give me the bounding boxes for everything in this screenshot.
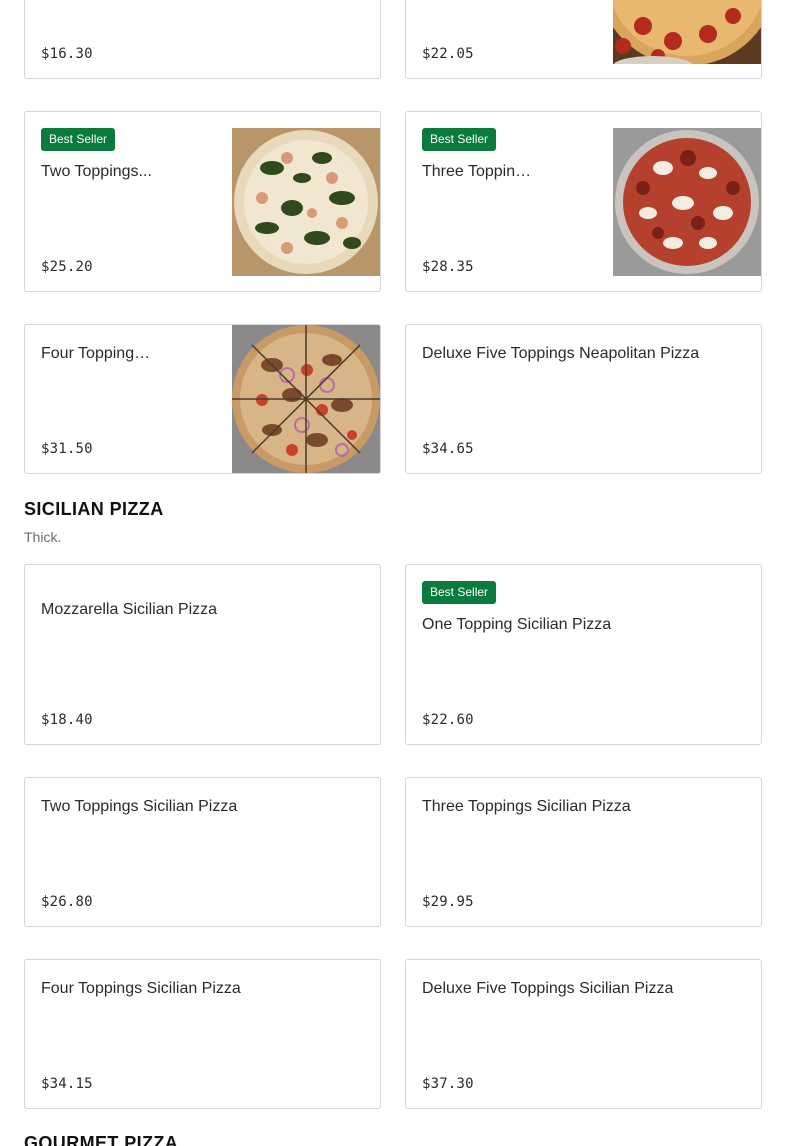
item-price: $34.15 — [41, 1076, 93, 1092]
menu-item-card[interactable]: Deluxe Five Toppings Neapolitan Pizza $3… — [405, 324, 762, 474]
section-title-gourmet: GOURMET PIZZA — [24, 1133, 179, 1146]
item-price: $31.50 — [41, 441, 93, 457]
item-price: $22.05 — [422, 46, 474, 62]
section-title-sicilian: SICILIAN PIZZA — [24, 499, 164, 519]
item-price: $29.95 — [422, 894, 474, 910]
item-name: Two Toppings Sicilian Pizza — [41, 798, 238, 815]
menu-item-card[interactable]: Best Seller One Topping Sicilian Pizza $… — [405, 564, 762, 745]
meat-pizza-photo — [613, 128, 761, 276]
item-price: $26.80 — [41, 894, 93, 910]
item-name: Three Toppings Sicilian Pizza — [422, 798, 631, 815]
section-subtitle-sicilian: Thick. — [24, 529, 62, 545]
best-seller-badge: Best Seller — [422, 128, 497, 151]
pepperoni-pizza-photo — [613, 0, 761, 64]
item-price: $34.65 — [422, 441, 474, 457]
menu-item-card[interactable]: Best Seller Two Toppings... $25.20 — [24, 111, 381, 292]
item-price: $28.35 — [422, 259, 474, 275]
item-price: $22.60 — [422, 712, 474, 728]
menu-item-card[interactable]: $22.05 — [405, 0, 762, 79]
item-name: Deluxe Five Toppings Neapolitan Pizza — [422, 345, 700, 362]
item-name: Four Toppings Sicilian Pizza — [41, 980, 241, 997]
item-name: Mozzarella Sicilian Pizza — [41, 601, 218, 618]
menu-item-card[interactable]: Three Toppings Sicilian Pizza $29.95 — [405, 777, 762, 927]
spinach-pizza-photo — [232, 128, 380, 276]
item-name: Three Toppings... — [422, 163, 535, 180]
menu-item-card[interactable]: Best Seller Three Toppings... $28.35 — [405, 111, 762, 292]
item-name: Deluxe Five Toppings Sicilian Pizza — [422, 980, 674, 997]
menu-item-card[interactable]: Four Toppings Sicilian Pizza $34.15 — [24, 959, 381, 1109]
menu-item-card[interactable]: Four Toppings... $31.50 — [24, 324, 381, 474]
item-price: $18.40 — [41, 712, 93, 728]
menu-item-card[interactable]: Mozzarella Sicilian Pizza $18.40 — [24, 564, 381, 745]
menu-item-card[interactable]: Two Toppings Sicilian Pizza $26.80 — [24, 777, 381, 927]
menu-item-card[interactable]: $16.30 — [24, 0, 381, 79]
menu-item-card[interactable]: Deluxe Five Toppings Sicilian Pizza $37.… — [405, 959, 762, 1109]
item-price: $37.30 — [422, 1076, 474, 1092]
item-name: Two Toppings... — [41, 163, 152, 180]
best-seller-badge: Best Seller — [41, 128, 116, 151]
best-seller-badge: Best Seller — [422, 581, 497, 604]
item-name: Four Toppings... — [41, 345, 154, 362]
item-price: $25.20 — [41, 259, 93, 275]
onion-pizza-photo — [232, 325, 380, 473]
item-price: $16.30 — [41, 46, 93, 62]
item-name: One Topping Sicilian Pizza — [422, 616, 612, 633]
